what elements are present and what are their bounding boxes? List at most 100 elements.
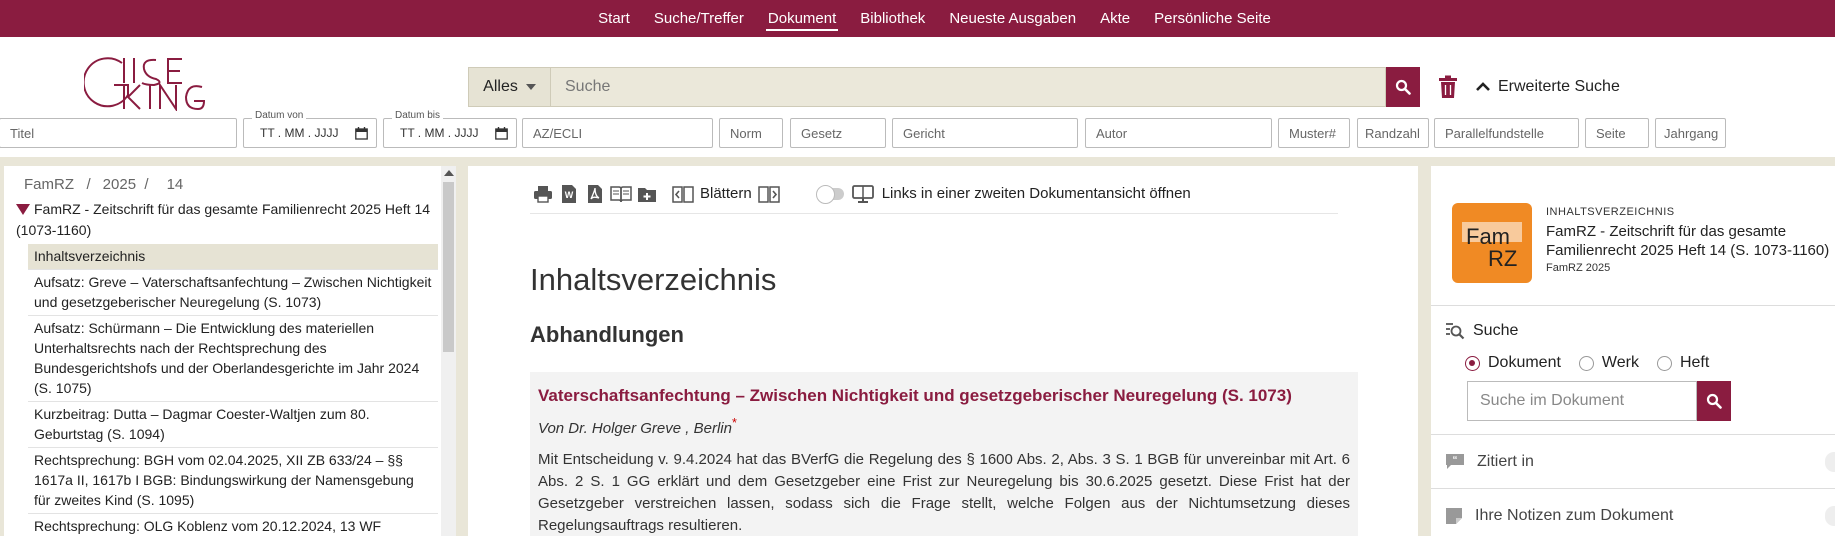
- monitor-icon: [851, 184, 874, 203]
- count-badge: [1825, 451, 1835, 472]
- sidebar-scrollbar[interactable]: [441, 166, 456, 536]
- clear-search-button[interactable]: [1436, 73, 1460, 101]
- page-back-icon[interactable]: [672, 185, 694, 203]
- header-divider: [0, 157, 1835, 166]
- print-button[interactable]: [530, 183, 556, 205]
- second-view-toggle[interactable]: [815, 184, 844, 204]
- search-list-icon: [1446, 323, 1465, 340]
- article-title-link[interactable]: Vaterschaftsanfechtung – Zwischen Nichti…: [538, 386, 1350, 406]
- publication-kicker: INHALTSVERZEICHNIS: [1546, 206, 1675, 218]
- toc-item[interactable]: Inhaltsverzeichnis: [28, 244, 438, 270]
- datum-von-label: Datum von: [252, 110, 307, 121]
- chevron-up-icon: [1476, 82, 1490, 91]
- breadcrumb-item[interactable]: 2025 /: [103, 176, 149, 193]
- scroll-up-icon[interactable]: [444, 170, 454, 176]
- info-sidebar: Fam RZ INHALTSVERZEICHNIS FamRZ - Zeitsc…: [1431, 166, 1835, 536]
- word-export-button[interactable]: W: [556, 183, 582, 205]
- search-input[interactable]: [550, 67, 1386, 107]
- svg-text:RZ: RZ: [1488, 246, 1517, 270]
- folder-plus-icon: [638, 187, 656, 202]
- datum-von-value: TT . MM . JJJJ: [260, 126, 339, 140]
- toc-list: Inhaltsverzeichnis Aufsatz: Greve – Vate…: [28, 244, 438, 536]
- add-to-file-button[interactable]: [634, 183, 660, 205]
- second-view-label: Links in einer zweiten Dokumentansicht ö…: [881, 185, 1191, 202]
- norm-field[interactable]: Norm: [719, 118, 783, 148]
- nav-suche-treffer[interactable]: Suche/Treffer: [652, 6, 746, 31]
- pdf-export-button[interactable]: [582, 183, 608, 205]
- toc-item[interactable]: Rechtsprechung: BGH vom 02.04.2025, XII …: [28, 448, 438, 514]
- search-bar: Alles Erweiterte Suche: [468, 67, 1620, 107]
- top-navigation: Start Suche/Treffer Dokument Bibliothek …: [0, 0, 1835, 37]
- notizen-section[interactable]: Ihre Notizen zum Dokument: [1431, 488, 1835, 536]
- article-author: Von Dr. Holger Greve , Berlin*: [538, 416, 737, 437]
- print-icon: [534, 185, 552, 203]
- header: Alles Erweiterte Suche Titel Datum von T…: [0, 37, 1835, 157]
- datum-von-field[interactable]: Datum von TT . MM . JJJJ: [243, 110, 377, 148]
- tree-root-item[interactable]: FamRZ - Zeitschrift für das gesamte Fami…: [16, 199, 436, 241]
- triangle-down-icon[interactable]: [16, 204, 30, 215]
- document-search-button[interactable]: [1697, 381, 1731, 421]
- randzahl-field[interactable]: Randzahl: [1357, 118, 1429, 148]
- breadcrumb: FamRZ / 2025 / 14: [24, 176, 183, 193]
- publication-info: INHALTSVERZEICHNIS FamRZ - Zeitschrift f…: [1546, 206, 1831, 274]
- toc-item[interactable]: Kurzbeitrag: Dutta – Dagmar Coester-Walt…: [28, 402, 438, 448]
- famrz-logo: Fam RZ: [1452, 203, 1532, 283]
- toc-item[interactable]: Aufsatz: Schürmann – Die Entwicklung des…: [28, 316, 438, 402]
- nav-akte[interactable]: Akte: [1098, 6, 1132, 31]
- calendar-icon[interactable]: [355, 126, 368, 140]
- toc-item[interactable]: Aufsatz: Greve – Vaterschaftsanfechtung …: [28, 270, 438, 316]
- seite-field[interactable]: Seite: [1585, 118, 1649, 148]
- calendar-icon[interactable]: [495, 126, 508, 140]
- page-title: Inhaltsverzeichnis: [530, 262, 777, 297]
- trash-icon: [1439, 75, 1457, 98]
- nav-dokument[interactable]: Dokument: [765, 6, 839, 31]
- zitiert-in-section[interactable]: “ Zitiert in: [1431, 434, 1835, 488]
- document-toolbar: W Blättern Links in einer zweiten Dokume…: [530, 184, 1338, 214]
- autor-field[interactable]: Autor: [1085, 118, 1272, 148]
- datum-bis-label: Datum bis: [392, 110, 444, 121]
- blaettern-label: Blättern: [700, 185, 752, 202]
- nav-start[interactable]: Start: [596, 6, 632, 31]
- parallelfundstelle-field[interactable]: Parallelfundstelle: [1434, 118, 1579, 148]
- jahrgang-field[interactable]: Jahrgang: [1655, 118, 1726, 148]
- scrollbar-thumb[interactable]: [443, 182, 454, 352]
- radio-dokument[interactable]: Dokument: [1465, 354, 1561, 372]
- publication-header: Fam RZ INHALTSVERZEICHNIS FamRZ - Zeitsc…: [1431, 166, 1835, 306]
- nav-persoenliche-seite[interactable]: Persönliche Seite: [1152, 6, 1273, 31]
- advanced-search-toggle[interactable]: Erweiterte Suche: [1476, 78, 1620, 96]
- breadcrumb-item[interactable]: 14: [167, 176, 184, 193]
- search-scope-radios: Dokument Werk Heft: [1465, 354, 1709, 372]
- page-forward-icon[interactable]: [757, 185, 780, 203]
- document-panel: W Blättern Links in einer zweiten Dokume…: [468, 166, 1418, 536]
- titel-field[interactable]: Titel: [0, 118, 237, 148]
- blaettern-control[interactable]: Blättern: [672, 185, 780, 203]
- word-icon: W: [562, 184, 576, 203]
- breadcrumb-item[interactable]: FamRZ /: [24, 176, 91, 193]
- gieseking-logo[interactable]: [82, 55, 214, 113]
- document-search-heading: Suche: [1445, 321, 1518, 341]
- reader-mode-button[interactable]: [608, 183, 634, 205]
- tree-root-label: FamRZ - Zeitschrift für das gesamte Fami…: [16, 201, 431, 238]
- datum-bis-value: TT . MM . JJJJ: [400, 126, 479, 140]
- quote-icon: “: [1446, 453, 1464, 469]
- radio-heft[interactable]: Heft: [1656, 354, 1709, 372]
- publication-title: FamRZ - Zeitschrift für das gesamte Fami…: [1546, 223, 1830, 259]
- svg-text:W: W: [565, 190, 574, 200]
- filter-row: Titel Datum von TT . MM . JJJJ Datum bis…: [0, 110, 1835, 150]
- nav-bibliothek[interactable]: Bibliothek: [858, 6, 927, 31]
- datum-bis-field[interactable]: Datum bis TT . MM . JJJJ: [383, 110, 517, 148]
- footnote-mark[interactable]: *: [732, 416, 737, 430]
- toc-item[interactable]: Rechtsprechung: OLG Koblenz vom 20.12.20…: [28, 514, 438, 536]
- document-search-input[interactable]: [1467, 381, 1697, 421]
- article-abstract: Mit Entscheidung v. 9.4.2024 hat das BVe…: [538, 451, 1350, 534]
- search-button[interactable]: [1386, 67, 1420, 107]
- search-scope-dropdown[interactable]: Alles: [468, 67, 550, 107]
- article-entry: Vaterschaftsanfechtung – Zwischen Nichti…: [530, 372, 1358, 536]
- gericht-field[interactable]: Gericht: [892, 118, 1078, 148]
- gesetz-field[interactable]: Gesetz: [790, 118, 886, 148]
- nav-neueste-ausgaben[interactable]: Neueste Ausgaben: [947, 6, 1078, 31]
- muster-field[interactable]: Muster#: [1278, 118, 1350, 148]
- publication-subtitle: FamRZ 2025: [1546, 262, 1611, 274]
- az-ecli-field[interactable]: AZ/ECLI: [522, 118, 713, 148]
- radio-werk[interactable]: Werk: [1578, 354, 1639, 372]
